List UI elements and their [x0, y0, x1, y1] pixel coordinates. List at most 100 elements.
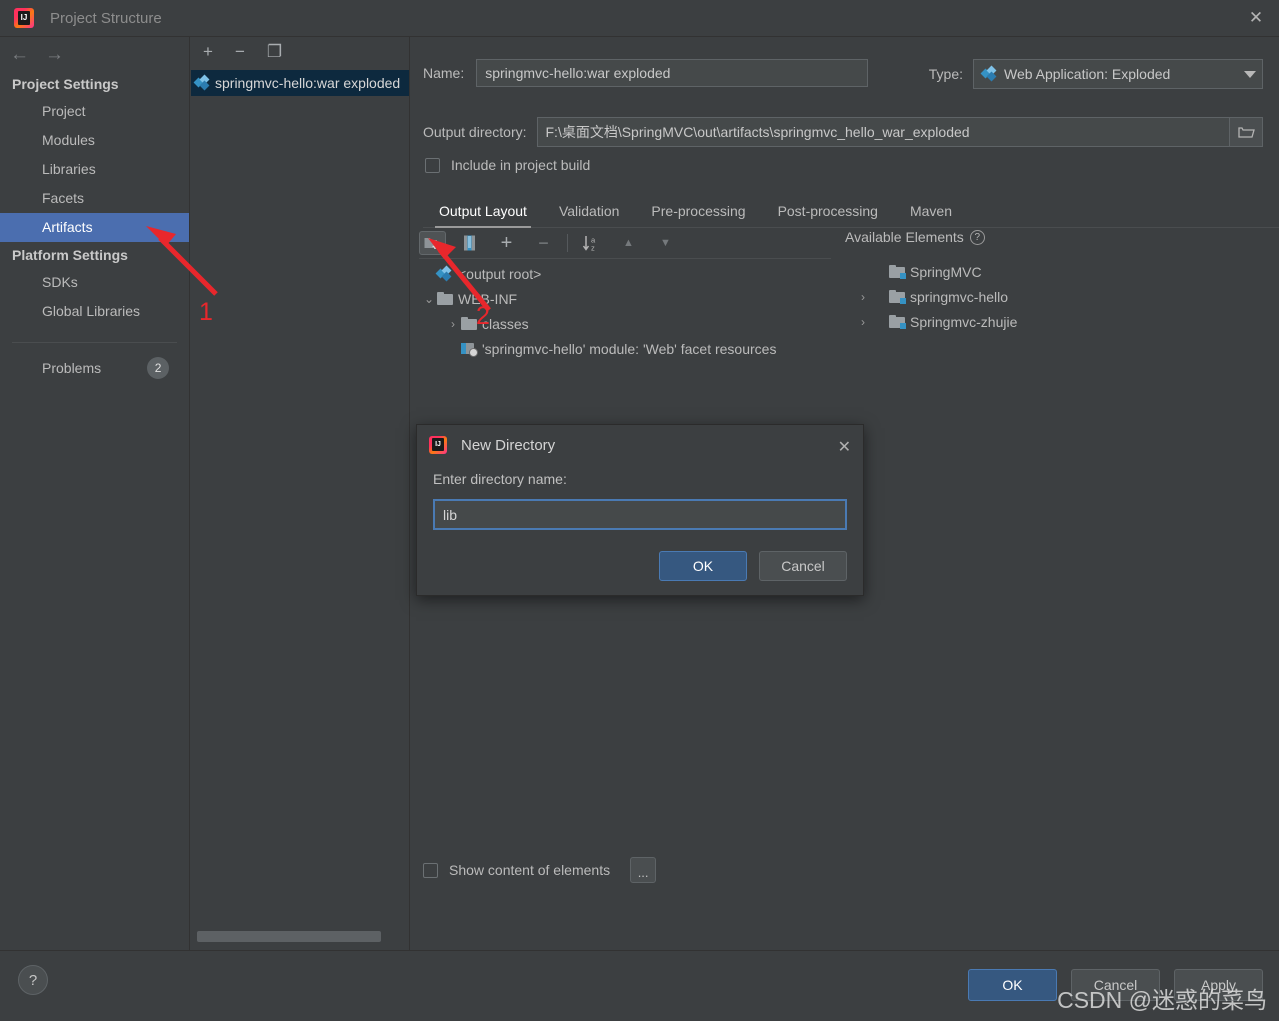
sidebar-item-problems-label: Problems [42, 360, 102, 376]
tab-maven[interactable]: Maven [894, 203, 968, 227]
tree-row-label: 'springmvc-hello' module: 'Web' facet re… [482, 340, 777, 357]
close-icon[interactable]: ✕ [1233, 0, 1279, 36]
problems-count-badge: 2 [147, 357, 170, 379]
more-options-button[interactable]: ... [630, 857, 657, 883]
close-icon[interactable]: ✕ [838, 437, 851, 457]
svg-text:z: z [591, 243, 595, 252]
show-content-row: Show content of elements ... [423, 857, 657, 883]
show-content-checkbox[interactable] [423, 862, 438, 878]
intellij-idea-logo-icon: IJ [14, 8, 34, 28]
arrow-up-icon: ▲ [623, 237, 634, 249]
available-elements-label: Available Elements [845, 229, 964, 245]
csdn-watermark: CSDN @迷惑的菜鸟 [1057, 987, 1267, 1013]
output-layout-toolbar: + − a z ▲ ▼ [413, 229, 843, 257]
create-directory-button[interactable] [419, 231, 446, 255]
chevron-right-icon[interactable]: › [445, 317, 461, 331]
sidebar-item-project[interactable]: Project [0, 97, 189, 126]
plus-icon: + [500, 232, 513, 254]
sidebar-item-sdks[interactable]: SDKs [0, 268, 189, 297]
tree-row[interactable]: <output root> [419, 261, 839, 286]
remove-element-button[interactable]: − [530, 231, 557, 255]
folder-open-icon[interactable] [1229, 117, 1263, 147]
type-combobox[interactable]: Web Application: Exploded [973, 59, 1263, 89]
artifacts-list-pane: + − ❐ springmvc-hello:war exploded [191, 37, 410, 950]
arrow-down-icon: ▼ [660, 237, 671, 249]
add-artifact-button[interactable]: + [203, 43, 213, 60]
include-in-project-build-row[interactable]: Include in project build [425, 157, 590, 173]
help-button[interactable]: ? [18, 965, 48, 995]
artifacts-horizontal-scrollbar[interactable] [197, 931, 381, 942]
name-row: Name: [423, 59, 869, 87]
window-title: Project Structure [50, 9, 162, 27]
output-directory-label: Output directory: [423, 124, 527, 140]
new-directory-buttons: OK Cancel [659, 551, 847, 581]
project-structure-window: IJ Project Structure ✕ ← → Project Setti… [0, 0, 1279, 1021]
tree-row-label: SpringMVC [910, 263, 982, 280]
directory-name-input[interactable]: lib [433, 499, 847, 530]
sort-az-icon: a z [582, 235, 596, 252]
name-input[interactable] [476, 59, 869, 87]
help-icon[interactable]: ? [969, 229, 985, 245]
sidebar-item-problems[interactable]: Problems 2 [0, 343, 189, 379]
remove-artifact-button[interactable]: − [235, 43, 245, 60]
name-label: Name: [423, 65, 465, 81]
create-archive-button[interactable] [456, 231, 483, 255]
list-item[interactable]: springmvc-hello:war exploded [191, 70, 409, 96]
new-folder-icon [424, 238, 438, 249]
show-content-label: Show content of elements [449, 862, 611, 878]
forward-arrow-icon[interactable]: → [45, 45, 64, 64]
tab-post-processing[interactable]: Post-processing [762, 203, 894, 227]
output-directory-input[interactable]: F:\桌面文档\SpringMVC\out\artifacts\springmv… [536, 117, 1230, 147]
list-item-label: springmvc-hello:war exploded [215, 75, 401, 91]
tree-row[interactable]: › springmvc-hello [855, 284, 1255, 309]
archive-icon [463, 235, 475, 251]
artifacts-toolbar: + − ❐ [191, 37, 409, 66]
type-combobox-value: Web Application: Exploded [1004, 66, 1171, 82]
move-down-button[interactable]: ▼ [652, 231, 679, 255]
chevron-down-icon[interactable]: ⌄ [421, 292, 437, 306]
sidebar-item-global-libraries[interactable]: Global Libraries [0, 297, 189, 326]
artifacts-list: springmvc-hello:war exploded [191, 66, 409, 96]
folder-open-glyph [1237, 127, 1255, 138]
annotation-number-2: 2 [476, 302, 490, 330]
sidebar-item-modules[interactable]: Modules [0, 126, 189, 155]
annotation-number-1: 1 [199, 298, 213, 326]
toolbar-divider [567, 234, 568, 252]
sidebar-item-facets[interactable]: Facets [0, 184, 189, 213]
sidebar-group-project-settings: Project Settings [12, 76, 119, 92]
add-element-button[interactable]: + [493, 231, 520, 255]
title-bar: IJ Project Structure ✕ [0, 0, 1279, 37]
toolbar-underline [419, 258, 831, 259]
chevron-right-icon[interactable]: › [855, 315, 871, 329]
tab-validation[interactable]: Validation [543, 203, 635, 227]
include-in-project-build-checkbox[interactable] [425, 157, 440, 173]
dialog-cancel-button[interactable]: Cancel [759, 551, 847, 581]
chevron-down-icon [1244, 70, 1256, 78]
module-icon [889, 265, 906, 279]
available-elements-header: Available Elements ? [845, 229, 985, 245]
ok-button[interactable]: OK [968, 969, 1057, 1001]
tree-row[interactable]: 'springmvc-hello' module: 'Web' facet re… [419, 336, 839, 361]
new-directory-title-bar: IJ New Directory ✕ [417, 425, 863, 465]
move-up-button[interactable]: ▲ [615, 231, 642, 255]
artifact-tabs: Output Layout Validation Pre-processing … [423, 195, 1279, 228]
tab-pre-processing[interactable]: Pre-processing [635, 203, 761, 227]
artifact-icon [193, 74, 211, 91]
new-directory-prompt: Enter directory name: [433, 471, 567, 487]
dialog-ok-button[interactable]: OK [659, 551, 747, 581]
sidebar-item-libraries[interactable]: Libraries [0, 155, 189, 184]
copy-artifact-button[interactable]: ❐ [267, 43, 282, 60]
tab-output-layout[interactable]: Output Layout [423, 203, 543, 228]
sidebar-group-platform-settings: Platform Settings [12, 247, 128, 263]
folder-icon [461, 317, 477, 330]
type-label: Type: [928, 66, 963, 82]
tree-row[interactable]: SpringMVC [855, 259, 1255, 284]
sidebar-item-artifacts[interactable]: Artifacts [0, 213, 189, 242]
back-arrow-icon[interactable]: ← [10, 45, 29, 64]
tree-row[interactable]: › Springmvc-zhujie [855, 309, 1255, 334]
artifact-root-icon [435, 265, 453, 281]
sort-alphabetically-button[interactable]: a z [578, 231, 605, 255]
chevron-right-icon[interactable]: › [855, 290, 871, 304]
folder-icon [437, 292, 453, 305]
module-icon [889, 315, 906, 329]
